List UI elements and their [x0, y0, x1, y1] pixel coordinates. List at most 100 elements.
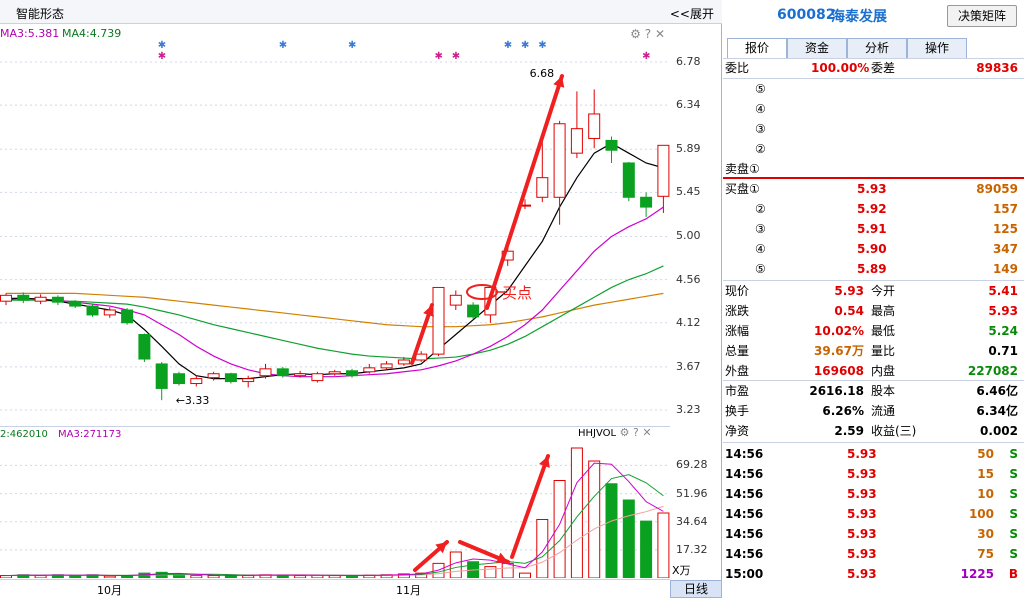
candle-body	[207, 373, 220, 379]
stat-value: 0.71	[988, 344, 1018, 358]
buy-level-row: ⑤ 5.89 149	[723, 259, 1024, 279]
stat-label: 最高	[871, 304, 896, 318]
stat-label: 最低	[871, 324, 896, 338]
stock-window: 智能形态 <<展开 MA3:5.381 MA4:4.739 ⚙ ? ✕ 6.68…	[0, 0, 1024, 598]
help-icon[interactable]: ?	[633, 426, 639, 439]
stat-value: 39.67万	[814, 344, 864, 358]
candle-body	[380, 363, 393, 369]
stat-value: 5.24	[988, 324, 1018, 338]
star-marker: ✱	[279, 40, 287, 51]
candle-body	[86, 305, 99, 316]
star-marker: ✱	[538, 40, 546, 51]
daily-period-tab[interactable]: 日线	[670, 580, 722, 598]
buy-point-label: 买点	[502, 284, 532, 302]
volume-axis: 69.28 51.96 34.64 17.32	[670, 442, 722, 560]
candle-body	[588, 113, 601, 139]
candle	[640, 192, 653, 217]
volume-bar	[501, 562, 514, 578]
tick-volume: 15	[977, 467, 994, 481]
weicha-value: 89836	[976, 61, 1018, 75]
tick-row: 14:56 5.93 100 S	[723, 504, 1024, 524]
tick-row: 14:56 5.93 30 S	[723, 524, 1024, 544]
volume-bar	[657, 512, 670, 578]
tick-price: 5.93	[847, 507, 877, 521]
stat-value: 6.26%	[822, 404, 864, 418]
star-marker: ✱	[504, 40, 512, 51]
star-marker: ✱	[642, 51, 650, 62]
candle-body	[17, 294, 30, 301]
volume-bar	[190, 575, 203, 578]
level-label: ②	[755, 202, 766, 216]
tick-side: S	[1009, 487, 1018, 501]
candle	[467, 302, 480, 319]
candle	[190, 375, 203, 387]
volume-bar	[294, 575, 307, 578]
expand-button[interactable]: <<展开	[670, 5, 714, 22]
volume-bar	[328, 575, 341, 578]
volume-bar	[519, 572, 531, 578]
stat-value: 5.41	[988, 284, 1018, 298]
tick-side: S	[1009, 507, 1018, 521]
stock-code: 600082	[777, 7, 836, 23]
ma4-indicator: MA4:4.739	[62, 27, 122, 40]
volume-tools: HHJVOL ⚙ ? ✕	[578, 426, 668, 442]
volume-bar	[173, 574, 185, 578]
volume-bar	[605, 483, 618, 578]
level-label: ②	[755, 142, 766, 156]
tick-time: 14:56	[725, 447, 764, 461]
buy-level-row: 买盘① 5.93 89059	[723, 179, 1024, 199]
help-icon[interactable]: ?	[645, 27, 651, 41]
chart-toolbar: 智能形态 <<展开	[0, 0, 722, 24]
fundamental-row: 换手 6.26% 流通 6.34亿	[723, 401, 1024, 421]
stat-value: 169608	[813, 364, 864, 378]
stat-label: 净资	[725, 424, 750, 438]
fundamental-row: 市盈 2616.18 股本 6.46亿	[723, 381, 1024, 401]
tick-time: 15:00	[725, 567, 764, 581]
close-icon[interactable]: ✕	[642, 426, 651, 439]
stat-row: 涨幅 10.02% 最低 5.24	[723, 321, 1024, 341]
candle	[242, 375, 255, 388]
volume-bar	[640, 520, 653, 578]
kline-chart-area[interactable]: 智能形态 <<展开 MA3:5.381 MA4:4.739 ⚙ ? ✕ 6.68…	[0, 0, 722, 598]
tick-price: 5.93	[847, 547, 877, 561]
price-axis: 6.78 6.34 5.89 5.45 5.00 4.56 4.12 3.67 3.23	[670, 40, 722, 425]
ma3-indicator: MA3:5.381	[0, 27, 60, 40]
sell-level-row: ②	[723, 139, 1024, 159]
candle	[34, 294, 47, 305]
tab-funds[interactable]: 资金	[787, 38, 847, 58]
volume-bar	[242, 575, 255, 578]
volume-bar	[484, 566, 497, 578]
level-price: 5.93	[857, 182, 887, 196]
stat-label: 股本	[871, 384, 896, 398]
star-marker: ✱	[435, 51, 443, 62]
level-label: ④	[755, 102, 766, 116]
tab-operation[interactable]: 操作	[907, 38, 967, 58]
decision-matrix-button[interactable]: 决策矩阵	[947, 5, 1017, 27]
tab-quote[interactable]: 报价	[727, 38, 787, 58]
candle-body	[259, 368, 272, 377]
level-volume: 149	[992, 262, 1018, 276]
level-label: ⑤	[755, 262, 766, 276]
tab-analysis[interactable]: 分析	[847, 38, 907, 58]
volume-bar	[622, 499, 635, 578]
volume-tick-label: 17.32	[676, 542, 708, 556]
weibi-label: 委比	[725, 61, 750, 75]
tick-time: 14:56	[725, 527, 764, 541]
weicha-label: 委差	[871, 61, 896, 75]
price-tick-label: 5.89	[676, 142, 701, 156]
gear-icon[interactable]: ⚙	[630, 27, 641, 41]
stat-label: 市盈	[725, 384, 750, 398]
candle-body	[363, 367, 376, 373]
close-icon[interactable]: ✕	[655, 27, 665, 41]
stat-value: 6.46亿	[976, 384, 1018, 398]
price-tick-label: 5.00	[676, 229, 701, 243]
candle-body	[121, 309, 134, 324]
gear-icon[interactable]: ⚙	[620, 426, 630, 439]
vol-name: HHJVOL	[578, 428, 617, 439]
stat-value: 5.93	[834, 284, 864, 298]
candle-body	[311, 373, 324, 382]
volume-tick-label: 69.28	[676, 458, 708, 472]
stat-label: 量比	[871, 344, 896, 358]
candle-body	[103, 309, 116, 316]
stat-label: 流通	[871, 404, 896, 418]
